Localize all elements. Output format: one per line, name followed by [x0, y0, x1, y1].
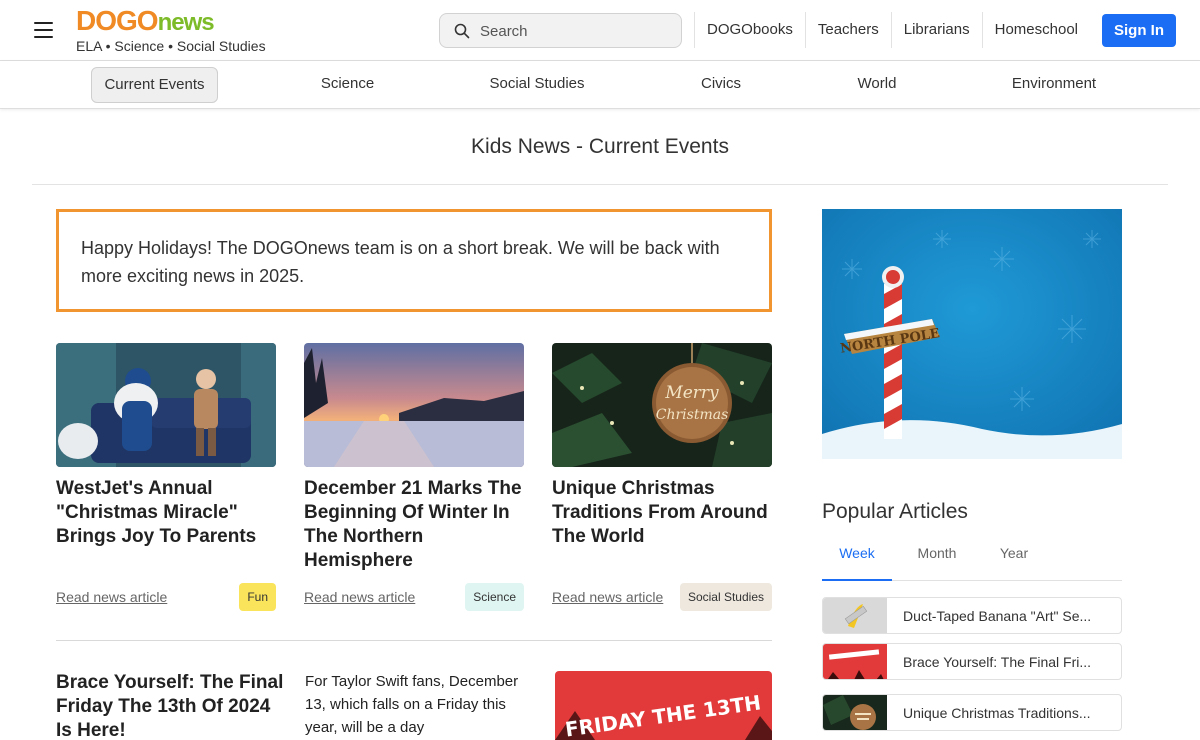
read-article-link[interactable]: Read news article: [56, 589, 167, 605]
popular-articles-heading: Popular Articles: [822, 500, 968, 523]
title-divider: [32, 184, 1168, 185]
category-tag[interactable]: Science: [465, 583, 524, 611]
nav-link-homeschool[interactable]: Homeschool: [981, 12, 1090, 48]
tab-month[interactable]: Month: [902, 534, 972, 581]
section-divider: [56, 640, 772, 641]
popular-item[interactable]: Duct-Taped Banana "Art" Se...: [822, 597, 1122, 634]
tab-year[interactable]: Year: [984, 534, 1044, 581]
site-logo[interactable]: DOGOnews: [76, 6, 215, 38]
popular-item-thumbnail: [823, 598, 887, 633]
article-title[interactable]: Unique Christmas Traditions From Around …: [552, 477, 772, 549]
read-article-link[interactable]: Read news article: [304, 589, 415, 605]
popular-tabs: Week Month Year: [822, 534, 1122, 581]
article-card[interactable]: December 21 Marks The Beginning Of Winte…: [304, 343, 524, 611]
popular-item[interactable]: Unique Christmas Traditions...: [822, 694, 1122, 731]
site-tagline: ELA • Science • Social Studies: [76, 38, 266, 54]
nav-link-dogobooks[interactable]: DOGObooks: [694, 12, 805, 48]
popular-item-title: Brace Yourself: The Final Fri...: [903, 654, 1092, 670]
featured-article-excerpt: For Taylor Swift fans, December 13, whic…: [305, 673, 519, 736]
read-article-link[interactable]: Read news article: [552, 589, 663, 605]
sign-in-button[interactable]: Sign In: [1102, 14, 1176, 47]
popular-item-thumbnail: [823, 695, 887, 730]
featured-article-title[interactable]: Brace Yourself: The Final Friday The 13t…: [56, 671, 286, 740]
page-title: Kids News - Current Events: [471, 135, 729, 158]
tab-civics[interactable]: Civics: [680, 67, 762, 103]
article-thumbnail[interactable]: [304, 343, 524, 467]
search-icon: [454, 23, 470, 39]
article-card[interactable]: Merry Christmas Unique Christmas Traditi…: [552, 343, 772, 611]
popular-item-title: Unique Christmas Traditions...: [903, 705, 1091, 721]
nav-link-librarians[interactable]: Librarians: [890, 12, 982, 48]
tab-week[interactable]: Week: [822, 534, 892, 581]
tab-science[interactable]: Science: [300, 67, 395, 103]
popular-item-title: Duct-Taped Banana "Art" Se...: [903, 608, 1092, 624]
tab-environment[interactable]: Environment: [994, 67, 1114, 103]
category-nav: Current Events Science Social Studies Ci…: [0, 61, 1200, 109]
category-tag[interactable]: Fun: [239, 583, 276, 611]
tab-world[interactable]: World: [840, 67, 914, 103]
article-card[interactable]: WestJet's Annual "Christmas Miracle" Bri…: [56, 343, 276, 611]
search-box[interactable]: [439, 13, 682, 48]
article-title[interactable]: WestJet's Annual "Christmas Miracle" Bri…: [56, 477, 276, 549]
article-thumbnail[interactable]: Merry Christmas: [552, 343, 772, 467]
top-nav: DOGObooks Teachers Librarians Homeschool: [694, 12, 1090, 48]
tab-current-events[interactable]: Current Events: [91, 67, 218, 103]
menu-icon[interactable]: [34, 22, 53, 38]
svg-text:Merry: Merry: [664, 383, 719, 403]
holiday-notice: Happy Holidays! The DOGOnews team is on …: [56, 209, 772, 312]
popular-item-thumbnail: [823, 644, 887, 679]
article-thumbnail[interactable]: [56, 343, 276, 467]
tab-social-studies[interactable]: Social Studies: [472, 67, 602, 103]
category-tag[interactable]: Social Studies: [679, 583, 772, 611]
search-input[interactable]: [480, 20, 670, 42]
nav-link-teachers[interactable]: Teachers: [804, 12, 891, 48]
north-pole-ad-image[interactable]: NORTH POLE: [822, 209, 1122, 459]
popular-item[interactable]: Brace Yourself: The Final Fri...: [822, 643, 1122, 680]
site-header: DOGOnews ELA • Science • Social Studies …: [0, 0, 1200, 61]
svg-text:Christmas: Christmas: [656, 407, 729, 423]
featured-article-image[interactable]: FRIDAY THE 13TH: [555, 671, 772, 740]
article-title[interactable]: December 21 Marks The Beginning Of Winte…: [304, 477, 524, 573]
